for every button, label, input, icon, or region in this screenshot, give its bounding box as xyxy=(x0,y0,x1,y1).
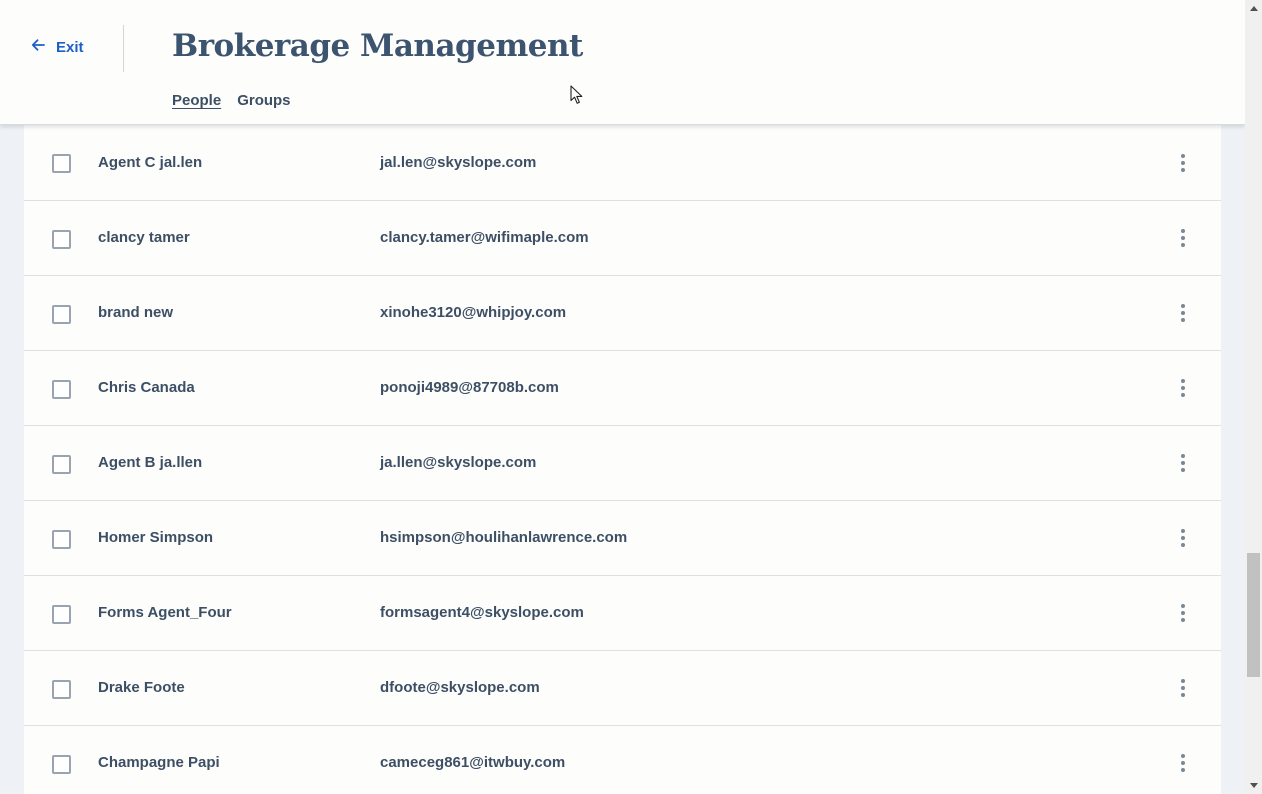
exit-label: Exit xyxy=(56,38,84,56)
table-row: Agent C jal.len jal.len@skyslope.com xyxy=(24,125,1221,201)
row-checkbox[interactable] xyxy=(52,680,71,699)
more-vertical-icon[interactable] xyxy=(1176,528,1190,548)
row-checkbox[interactable] xyxy=(52,380,71,399)
arrow-left-icon xyxy=(30,37,46,57)
more-vertical-icon[interactable] xyxy=(1176,228,1190,248)
table-row: Drake Foote dfoote@skyslope.com xyxy=(24,651,1221,726)
scrollbar-thumb[interactable] xyxy=(1247,553,1260,677)
person-email: ponoji4989@87708b.com xyxy=(380,379,559,396)
person-name: clancy tamer xyxy=(98,229,190,246)
more-vertical-icon[interactable] xyxy=(1176,153,1190,173)
page-title: Brokerage Management xyxy=(172,28,583,64)
table-row: Champagne Papi cameceg861@itwbuy.com xyxy=(24,726,1221,794)
person-name: brand new xyxy=(98,304,174,321)
person-email: formsagent4@skyslope.com xyxy=(380,604,584,621)
scroll-up-arrow-icon[interactable] xyxy=(1245,0,1262,17)
more-vertical-icon[interactable] xyxy=(1176,603,1190,623)
table-row: Agent B ja.llen ja.llen@skyslope.com xyxy=(24,426,1221,501)
person-name: Champagne Papi xyxy=(98,754,220,771)
person-name: Forms Agent_Four xyxy=(98,604,232,621)
table-row: brand new xinohe3120@whipjoy.com xyxy=(24,276,1221,351)
person-email: cameceg861@itwbuy.com xyxy=(380,754,566,771)
row-checkbox[interactable] xyxy=(52,605,71,624)
row-checkbox[interactable] xyxy=(52,305,71,324)
person-email: xinohe3120@whipjoy.com xyxy=(380,304,567,321)
table-row: Homer Simpson hsimpson@houlihanlawrence.… xyxy=(24,501,1221,576)
person-email: hsimpson@houlihanlawrence.com xyxy=(380,529,628,546)
person-name: Agent B ja.llen xyxy=(98,454,203,471)
more-vertical-icon[interactable] xyxy=(1176,378,1190,398)
row-checkbox[interactable] xyxy=(52,230,71,249)
person-email: clancy.tamer@wifimaple.com xyxy=(380,229,589,246)
scroll-down-arrow-icon[interactable] xyxy=(1245,777,1262,794)
row-checkbox[interactable] xyxy=(52,755,71,774)
vertical-scrollbar[interactable] xyxy=(1245,0,1262,794)
row-checkbox[interactable] xyxy=(52,530,71,549)
person-email: dfoote@skyslope.com xyxy=(380,679,540,696)
exit-button[interactable]: Exit xyxy=(30,38,84,56)
person-name: Drake Foote xyxy=(98,679,185,696)
row-checkbox[interactable] xyxy=(52,154,71,173)
app-header: Exit Brokerage Management People Groups xyxy=(0,0,1245,125)
tab-groups[interactable]: Groups xyxy=(237,92,290,109)
people-list: Agent C jal.len jal.len@skyslope.com cla… xyxy=(24,125,1221,794)
header-divider xyxy=(123,25,124,72)
more-vertical-icon[interactable] xyxy=(1176,753,1190,773)
table-row: clancy tamer clancy.tamer@wifimaple.com xyxy=(24,201,1221,276)
person-name: Homer Simpson xyxy=(98,529,214,546)
more-vertical-icon[interactable] xyxy=(1176,678,1190,698)
table-row: Forms Agent_Four formsagent4@skyslope.co… xyxy=(24,576,1221,651)
person-name: Chris Canada xyxy=(98,379,195,396)
tab-bar: People Groups xyxy=(172,92,291,109)
person-name: Agent C jal.len xyxy=(98,154,203,171)
more-vertical-icon[interactable] xyxy=(1176,303,1190,323)
table-row: Chris Canada ponoji4989@87708b.com xyxy=(24,351,1221,426)
row-checkbox[interactable] xyxy=(52,455,71,474)
more-vertical-icon[interactable] xyxy=(1176,453,1190,473)
person-email: ja.llen@skyslope.com xyxy=(380,454,537,471)
tab-people[interactable]: People xyxy=(172,92,221,109)
person-email: jal.len@skyslope.com xyxy=(380,154,537,171)
